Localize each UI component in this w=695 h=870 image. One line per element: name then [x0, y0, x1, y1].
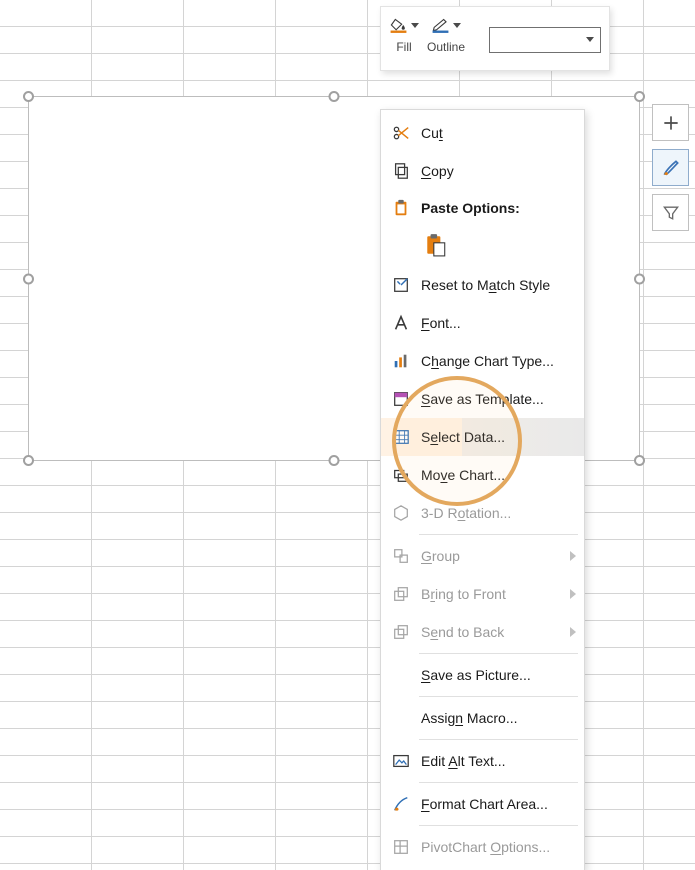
menu-edit-alt-text[interactable]: Edit Alt Text... [381, 742, 584, 780]
menu-cut[interactable]: Cut [381, 114, 584, 152]
menu-label: Group [421, 548, 570, 564]
menu-label: 3-D Rotation... [421, 505, 576, 521]
chart-type-icon [392, 352, 410, 370]
format-icon [392, 795, 410, 813]
paste-default-button[interactable] [421, 230, 451, 260]
menu-label: Format Chart Area... [421, 796, 576, 812]
fill-button[interactable]: Fill [389, 13, 419, 66]
resize-handle-tr[interactable] [634, 91, 645, 102]
menu-separator [419, 739, 578, 740]
resize-handle-bm[interactable] [329, 455, 340, 466]
chart-elements-button[interactable] [652, 104, 689, 141]
resize-handle-bl[interactable] [23, 455, 34, 466]
bring-front-icon [392, 585, 410, 603]
resize-handle-ml[interactable] [23, 273, 34, 284]
reset-style-icon [392, 276, 410, 294]
menu-assign-macro[interactable]: Assign Macro... [381, 699, 584, 737]
menu-separator [419, 696, 578, 697]
clipboard-paste-icon [424, 233, 448, 257]
menu-label: Edit Alt Text... [421, 753, 576, 769]
menu-separator [419, 534, 578, 535]
resize-handle-br[interactable] [634, 455, 645, 466]
chart-filter-button[interactable] [652, 194, 689, 231]
pen-outline-icon [431, 15, 450, 35]
menu-label: Reset to Match Style [421, 277, 576, 293]
menu-reset-match-style[interactable]: Reset to Match Style [381, 266, 584, 304]
chart-styles-button[interactable] [652, 149, 689, 186]
select-data-icon [392, 428, 410, 446]
menu-label: Save as Template... [421, 391, 576, 407]
context-menu: Cut Copy Paste Options: Reset to Match S… [380, 109, 585, 870]
menu-copy[interactable]: Copy [381, 152, 584, 190]
menu-label: Paste Options: [421, 200, 576, 216]
scissors-icon [392, 124, 410, 142]
copy-icon [392, 162, 410, 180]
menu-label: Send to Back [421, 624, 570, 640]
save-template-icon [392, 390, 410, 408]
menu-font[interactable]: Font... [381, 304, 584, 342]
menu-separator [419, 825, 578, 826]
menu-label: Assign Macro... [421, 710, 576, 726]
menu-3d-rotation: 3-D Rotation... [381, 494, 584, 532]
group-icon [392, 547, 410, 565]
submenu-arrow-icon [570, 551, 576, 561]
outline-button-label: Outline [427, 40, 465, 54]
menu-paste-options: Paste Options: [381, 190, 584, 226]
menu-label: Move Chart... [421, 467, 576, 483]
resize-handle-tl[interactable] [23, 91, 34, 102]
menu-pivotchart-options: PivotChart Options... [381, 828, 584, 866]
menu-bring-to-front: Bring to Front [381, 575, 584, 613]
menu-label: PivotChart Options... [421, 839, 576, 855]
submenu-arrow-icon [570, 627, 576, 637]
menu-send-to-back: Send to Back [381, 613, 584, 651]
brush-icon [661, 158, 681, 178]
mini-toolbar: Fill Outline [380, 6, 610, 71]
cube-icon [392, 504, 410, 522]
resize-handle-mr[interactable] [634, 273, 645, 284]
menu-label: Cut [421, 125, 576, 141]
menu-label: Font... [421, 315, 576, 331]
menu-separator [419, 782, 578, 783]
move-chart-icon [392, 466, 410, 484]
dropdown-caret-icon [453, 23, 461, 28]
submenu-arrow-icon [570, 589, 576, 599]
menu-label: Select Data... [421, 429, 576, 445]
font-a-icon [392, 314, 410, 332]
menu-label: Save as Picture... [421, 667, 576, 683]
menu-label: Copy [421, 163, 576, 179]
menu-format-chart-area[interactable]: Format Chart Area... [381, 785, 584, 823]
menu-separator [419, 653, 578, 654]
shape-style-combo[interactable] [489, 27, 601, 53]
menu-save-as-picture[interactable]: Save as Picture... [381, 656, 584, 694]
menu-label: Bring to Front [421, 586, 570, 602]
send-back-icon [392, 623, 410, 641]
menu-label: Change Chart Type... [421, 353, 576, 369]
funnel-icon [661, 203, 681, 223]
menu-move-chart[interactable]: Move Chart... [381, 456, 584, 494]
alt-text-icon [392, 752, 410, 770]
menu-change-chart-type[interactable]: Change Chart Type... [381, 342, 584, 380]
fill-bucket-icon [389, 15, 408, 35]
clipboard-icon [392, 199, 410, 217]
menu-select-data[interactable]: Select Data... [381, 418, 584, 456]
fill-button-label: Fill [396, 40, 411, 54]
menu-group: Group [381, 537, 584, 575]
plus-icon [661, 113, 681, 133]
dropdown-caret-icon [586, 37, 594, 42]
paste-options-row [381, 226, 584, 266]
resize-handle-tm[interactable] [329, 91, 340, 102]
dropdown-caret-icon [411, 23, 419, 28]
pivotchart-icon [392, 838, 410, 856]
menu-save-as-template[interactable]: Save as Template... [381, 380, 584, 418]
outline-button[interactable]: Outline [427, 13, 465, 66]
